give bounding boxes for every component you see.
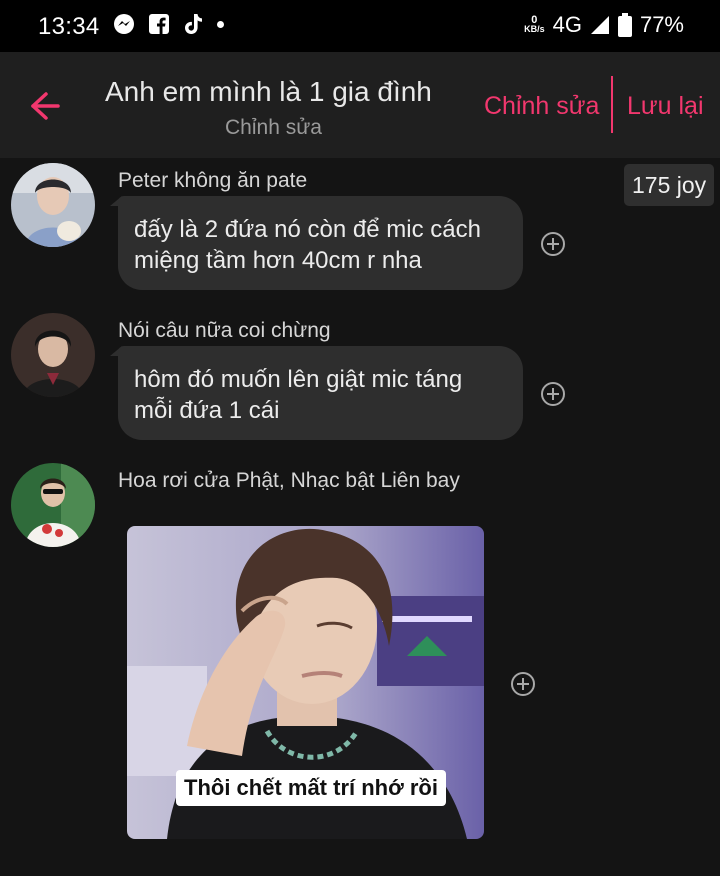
page-subtitle: Chỉnh sửa	[225, 116, 322, 139]
add-reaction-icon[interactable]	[540, 231, 566, 257]
system-icons: 0 KB/s 4G 77%	[524, 12, 684, 38]
messenger-icon	[114, 14, 134, 34]
facebook-icon	[149, 14, 169, 34]
save-button[interactable]: Lưu lại	[627, 92, 704, 121]
page-title: Anh em mình là 1 gia đình	[105, 76, 432, 107]
battery-icon	[617, 13, 632, 37]
avatar[interactable]	[11, 313, 95, 397]
sender-name: Peter không ăn pate	[118, 169, 308, 192]
message-line: miệng tầm hơn 40cm r nha	[134, 247, 422, 274]
message-bubble[interactable]: đấy là 2 đứa nó còn để mic cách miệng tầ…	[118, 196, 523, 290]
dot-icon	[217, 20, 224, 28]
status-bar: 13:34 0 KB/s 4G 77%	[0, 0, 720, 52]
app-bar: Anh em mình là 1 gia đình Chỉnh sửa Chỉn…	[0, 52, 720, 158]
image-message[interactable]: Thôi chết mất trí nhớ rồi	[127, 526, 484, 839]
sender-name: Hoa rơi cửa Phật, Nhạc bật Liên bay	[118, 469, 460, 492]
message-bubble[interactable]: hôm đó muốn lên giật mic táng mỗi đứa 1 …	[118, 346, 523, 440]
joy-badge: 175 joy	[624, 164, 715, 206]
avatar[interactable]	[11, 163, 95, 247]
add-reaction-icon[interactable]	[540, 381, 566, 407]
add-reaction-icon[interactable]	[510, 671, 536, 697]
image-caption: Thôi chết mất trí nhớ rồi	[176, 770, 446, 806]
net-speed: 0 KB/s	[524, 14, 545, 34]
header-divider	[611, 76, 613, 133]
signal-icon	[590, 16, 609, 34]
message-line: hôm đó muốn lên giật mic táng	[134, 366, 463, 393]
battery-percent: 77%	[639, 12, 684, 37]
status-time: 13:34	[38, 13, 100, 40]
sender-name: Nói câu nữa coi chừng	[118, 319, 331, 342]
message-line: mỗi đứa 1 cái	[134, 397, 280, 424]
avatar[interactable]	[11, 463, 95, 547]
network-type: 4G	[552, 12, 582, 37]
edit-button[interactable]: Chỉnh sửa	[484, 92, 599, 121]
notification-icons	[113, 13, 224, 35]
tiktok-icon	[185, 14, 202, 34]
back-arrow-icon[interactable]	[20, 85, 62, 127]
chat-area[interactable]: 175 joy Peter không ăn pate đấy là 2 đứa…	[0, 158, 720, 876]
message-line: đấy là 2 đứa nó còn để mic cách	[134, 216, 481, 243]
